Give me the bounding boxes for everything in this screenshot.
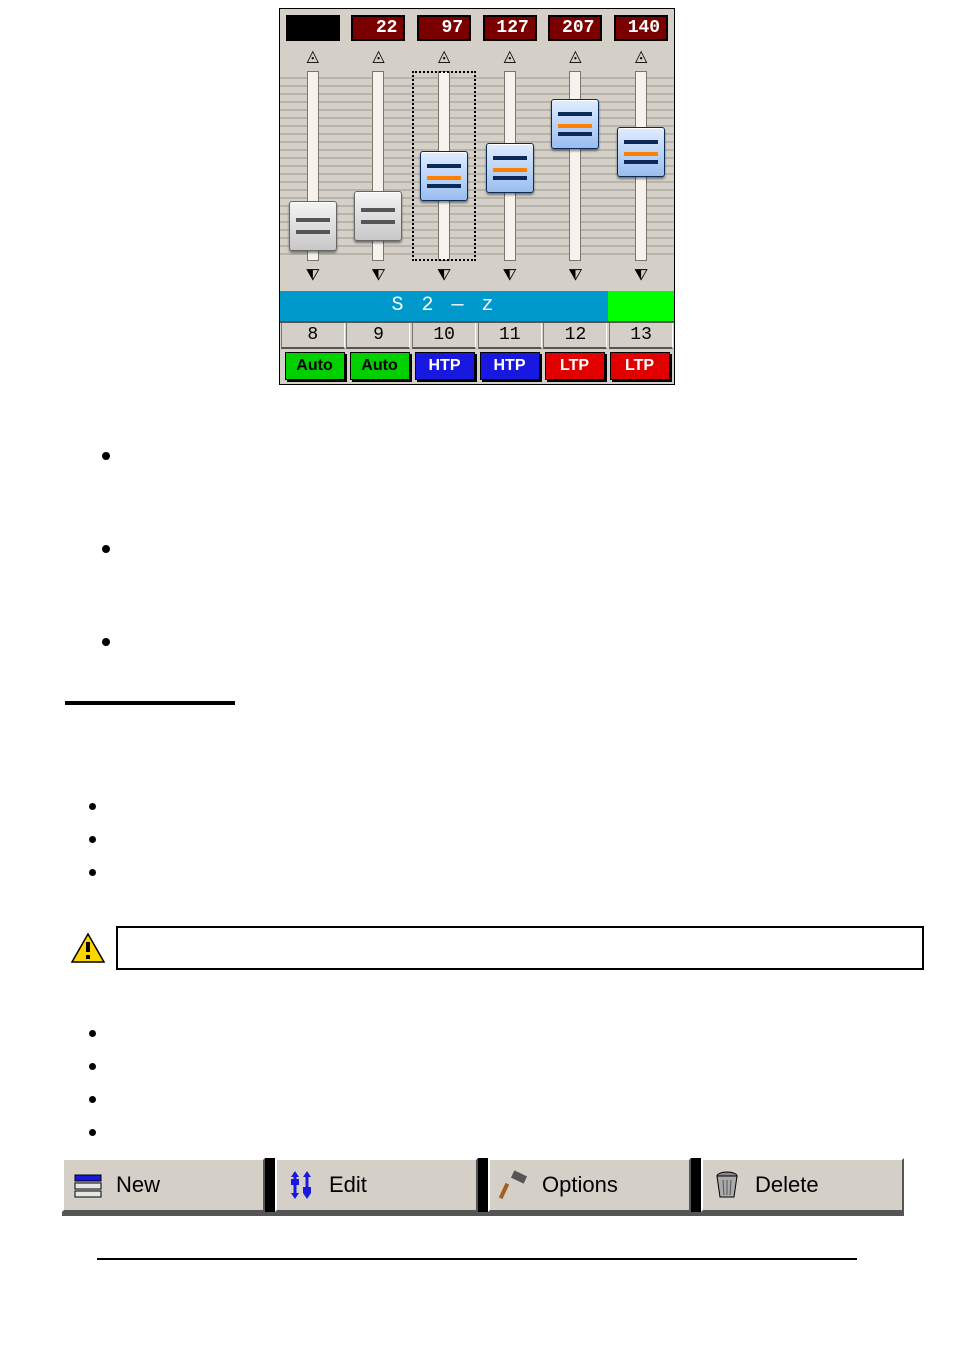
fader-slider-area	[280, 71, 674, 261]
section-divider	[65, 701, 235, 705]
fader-knob[interactable]	[289, 201, 337, 251]
fader-up-arrow-icon[interactable]	[629, 47, 653, 65]
list-item	[125, 533, 954, 562]
edit-button[interactable]: Edit	[275, 1158, 478, 1212]
fader-value-display: 97	[417, 15, 471, 41]
fader-panel: 22 97 127 207 140 S 2 — z 8910111213 AutoAut…	[279, 8, 675, 385]
fader-mode-button[interactable]: Auto	[350, 352, 410, 380]
toolbar-separator	[265, 1158, 275, 1212]
options-button-label: Options	[542, 1172, 618, 1198]
list-item	[109, 1020, 954, 1045]
sliders-icon	[285, 1169, 317, 1201]
list-item	[109, 1086, 954, 1111]
list-item	[109, 793, 954, 818]
fader-slider[interactable]	[281, 71, 345, 261]
list-item	[125, 440, 954, 469]
toolbar: New Edit Options	[62, 1158, 904, 1216]
new-button[interactable]: New	[62, 1158, 265, 1212]
trash-icon	[711, 1169, 743, 1201]
fader-knob[interactable]	[617, 127, 665, 177]
fader-channel-number[interactable]: 13	[609, 323, 673, 349]
new-icon	[72, 1169, 104, 1201]
fader-down-arrow-icon[interactable]	[366, 267, 390, 285]
fader-arrow-down-row	[280, 261, 674, 291]
warning-row	[70, 926, 954, 970]
fader-channel-number[interactable]: 12	[543, 323, 607, 349]
fader-value-display: 207	[548, 15, 602, 41]
fader-slider[interactable]	[543, 71, 607, 261]
fader-cue-indicator[interactable]	[608, 291, 674, 321]
fader-up-arrow-icon[interactable]	[301, 47, 325, 65]
fader-knob[interactable]	[354, 191, 402, 241]
list-item	[109, 1053, 954, 1078]
fader-value-display: 140	[614, 15, 668, 41]
fader-arrow-up-row	[280, 41, 674, 71]
fader-up-arrow-icon[interactable]	[498, 47, 522, 65]
fader-down-arrow-icon[interactable]	[432, 267, 456, 285]
fader-down-arrow-icon[interactable]	[498, 267, 522, 285]
fader-down-arrow-icon[interactable]	[629, 267, 653, 285]
list-item	[109, 826, 954, 851]
fader-value-display	[286, 15, 340, 41]
fader-channel-number[interactable]: 10	[412, 323, 476, 349]
fader-up-arrow-icon[interactable]	[563, 47, 587, 65]
fader-knob[interactable]	[486, 143, 534, 193]
list-item	[109, 859, 954, 884]
delete-button[interactable]: Delete	[701, 1158, 904, 1212]
fader-slider[interactable]	[412, 71, 476, 261]
fader-down-arrow-icon[interactable]	[301, 267, 325, 285]
fader-channel-row: 8910111213	[280, 321, 674, 349]
bullet-list-2	[79, 793, 954, 884]
warning-icon	[70, 932, 106, 964]
fader-up-arrow-icon[interactable]	[432, 47, 456, 65]
fader-label[interactable]: S 2 — z	[280, 291, 608, 321]
hammer-icon	[498, 1169, 530, 1201]
list-item	[109, 1119, 954, 1144]
warning-box	[116, 926, 924, 970]
bullet-list-3	[79, 1020, 954, 1144]
fader-mode-button[interactable]: LTP	[545, 352, 605, 380]
fader-channel-number[interactable]: 11	[478, 323, 542, 349]
fader-slider[interactable]	[346, 71, 410, 261]
fader-up-arrow-icon[interactable]	[366, 47, 390, 65]
fader-channel-number[interactable]: 9	[346, 323, 410, 349]
options-button[interactable]: Options	[488, 1158, 691, 1212]
edit-button-label: Edit	[329, 1172, 367, 1198]
toolbar-separator	[691, 1158, 701, 1212]
fader-mode-button[interactable]: HTP	[480, 352, 540, 380]
toolbar-separator	[478, 1158, 488, 1212]
bullet-list-1	[95, 440, 954, 655]
fader-mode-row: AutoAutoHTPHTPLTPLTP	[280, 349, 674, 384]
fader-knob[interactable]	[551, 99, 599, 149]
fader-label-bar: S 2 — z	[280, 291, 674, 321]
delete-button-label: Delete	[755, 1172, 819, 1198]
fader-slider[interactable]	[478, 71, 542, 261]
new-button-label: New	[116, 1172, 160, 1198]
fader-mode-button[interactable]: LTP	[610, 352, 670, 380]
fader-value-row: 22 97 127 207 140	[280, 9, 674, 41]
fader-value-display: 127	[483, 15, 537, 41]
fader-mode-button[interactable]: HTP	[415, 352, 475, 380]
fader-value-display: 22	[351, 15, 405, 41]
footer-divider	[97, 1258, 857, 1260]
fader-slider[interactable]	[609, 71, 673, 261]
fader-channel-number[interactable]: 8	[281, 323, 345, 349]
fader-down-arrow-icon[interactable]	[563, 267, 587, 285]
fader-mode-button[interactable]: Auto	[285, 352, 345, 380]
fader-knob[interactable]	[420, 151, 468, 201]
list-item	[125, 626, 954, 655]
